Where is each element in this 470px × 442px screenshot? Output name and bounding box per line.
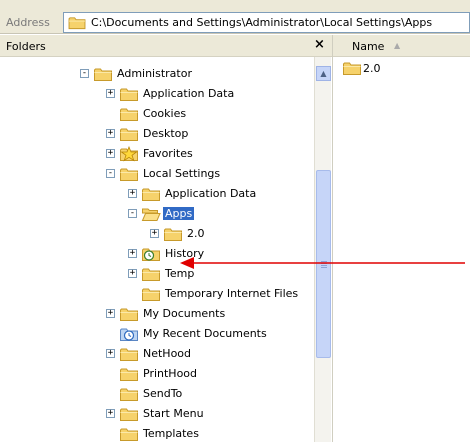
address-label: Address: [6, 16, 50, 29]
folder-icon: [119, 106, 139, 122]
collapse-icon[interactable]: -: [80, 69, 89, 78]
tree-node-label: Desktop: [143, 127, 189, 140]
tree-node-label: Administrator: [117, 67, 192, 80]
expand-icon[interactable]: +: [128, 249, 137, 258]
address-path: C:\Documents and Settings\Administrator\…: [91, 16, 433, 29]
expand-icon[interactable]: +: [150, 229, 159, 238]
open-folder-icon: [141, 206, 161, 222]
folder-icon: [119, 346, 139, 362]
tree-node-label: Start Menu: [143, 407, 204, 420]
expand-icon[interactable]: +: [106, 409, 115, 418]
pane-divider[interactable]: [332, 35, 333, 442]
scroll-thumb[interactable]: [316, 170, 331, 358]
folder-icon: [141, 286, 161, 302]
tree-node-label: My Recent Documents: [143, 327, 267, 340]
recent-folder-icon: [119, 326, 139, 342]
tree-node-label: Temp: [165, 267, 195, 280]
folder-icon: [119, 386, 139, 402]
history-folder-icon: [141, 246, 161, 262]
tree-node-label: 2.0: [187, 227, 205, 240]
tree-node-label: History: [165, 247, 205, 260]
star-folder-icon: [119, 146, 139, 162]
close-icon[interactable]: ×: [314, 37, 325, 52]
folder-icon: [119, 426, 139, 442]
folder-icon: [119, 126, 139, 142]
folder-icon: [163, 226, 183, 242]
folder-icon: [93, 66, 113, 82]
tree-node-label: Apps: [163, 207, 195, 220]
scroll-up-button[interactable]: ▲: [316, 66, 331, 81]
folder-icon: [119, 406, 139, 422]
tree-scrollbar[interactable]: ▲: [314, 57, 331, 442]
folder-icon: [119, 166, 139, 182]
tree-node-label: PrintHood: [143, 367, 198, 380]
folder-icon: [141, 266, 161, 282]
expand-icon[interactable]: +: [106, 149, 115, 158]
tree-node-label: NetHood: [143, 347, 192, 360]
expand-icon[interactable]: +: [106, 309, 115, 318]
address-bar: Address C:\Documents and Settings\Admini…: [0, 0, 470, 34]
tree-node-label: Application Data: [165, 187, 257, 200]
folder-icon: [342, 60, 362, 76]
folders-title: Folders: [6, 40, 46, 53]
folder-icon: [119, 86, 139, 102]
expand-icon[interactable]: +: [106, 129, 115, 138]
expand-icon[interactable]: +: [106, 349, 115, 358]
collapse-icon[interactable]: -: [128, 209, 137, 218]
tree-node-label: Templates: [143, 427, 199, 440]
expand-icon[interactable]: +: [106, 89, 115, 98]
name-column-header[interactable]: Name: [352, 40, 384, 53]
tree-node-label: My Documents: [143, 307, 226, 320]
folder-icon: [119, 366, 139, 382]
tree-node-label: Favorites: [143, 147, 193, 160]
sort-ascending-icon: ▲: [394, 41, 401, 50]
contents-item-label: 2.0: [363, 62, 381, 75]
contents-header: Name ▲: [333, 35, 470, 57]
folder-icon: [141, 186, 161, 202]
tree-node-label: Local Settings: [143, 167, 221, 180]
expand-icon[interactable]: +: [128, 269, 137, 278]
tree-node-label: Application Data: [143, 87, 235, 100]
tree-node-label: Temporary Internet Files: [165, 287, 299, 300]
address-field[interactable]: C:\Documents and Settings\Administrator\…: [63, 12, 470, 33]
folders-pane-header: Folders ×: [0, 35, 333, 57]
folder-icon: [119, 306, 139, 322]
folder-icon: [67, 15, 87, 30]
folder-tree: - Administrator + Application Data Cookies + D…: [0, 57, 314, 442]
tree-node-label: SendTo: [143, 387, 183, 400]
expand-icon[interactable]: +: [128, 189, 137, 198]
tree-node-label: Cookies: [143, 107, 187, 120]
collapse-icon[interactable]: -: [106, 169, 115, 178]
